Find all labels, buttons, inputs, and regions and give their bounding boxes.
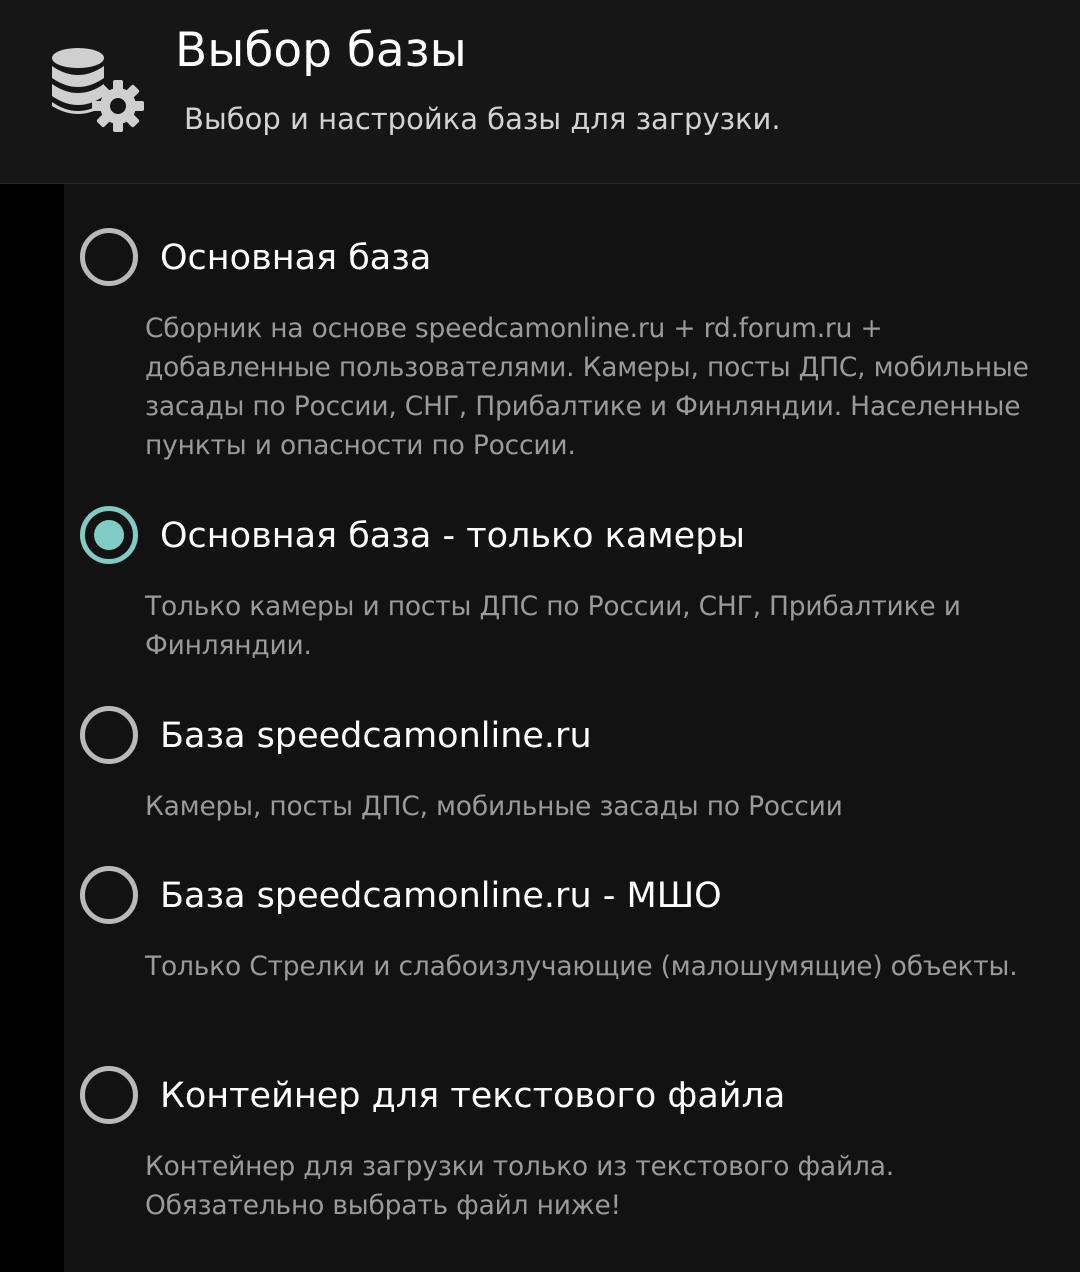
option-label: Основная база - только камеры (160, 516, 746, 556)
dialog-title: Выбор базы (175, 23, 467, 78)
radio-button-selected[interactable] (80, 506, 138, 564)
radio-button[interactable] (80, 1066, 138, 1124)
option-label: База speedcamonline.ru - МШО (160, 876, 722, 916)
radio-button[interactable] (80, 228, 138, 286)
radio-button[interactable] (80, 706, 138, 764)
dialog-subtitle: Выбор и настройка базы для загрузки. (184, 102, 781, 136)
option-description: Только камеры и посты ДПС по России, СНГ… (145, 591, 961, 661)
option-label: База speedcamonline.ru (160, 716, 592, 756)
option-description: Камеры, посты ДПС, мобильные засады по Р… (145, 791, 843, 822)
radio-button[interactable] (80, 866, 138, 924)
option-description: Контейнер для загрузки только из текстов… (145, 1151, 894, 1221)
options-list: Основная база Сборник на основе speedcam… (64, 184, 1080, 1272)
database-gear-icon (52, 48, 144, 132)
dialog-header: Выбор базы Выбор и настройка базы для за… (0, 0, 1080, 184)
option-label: Контейнер для текстового файла (160, 1076, 786, 1116)
option-description: Только Стрелки и слабоизлучающие (малошу… (145, 951, 1018, 982)
option-label: Основная база (160, 238, 432, 278)
option-description: Сборник на основе speedcamonline.ru + rd… (145, 313, 1029, 461)
